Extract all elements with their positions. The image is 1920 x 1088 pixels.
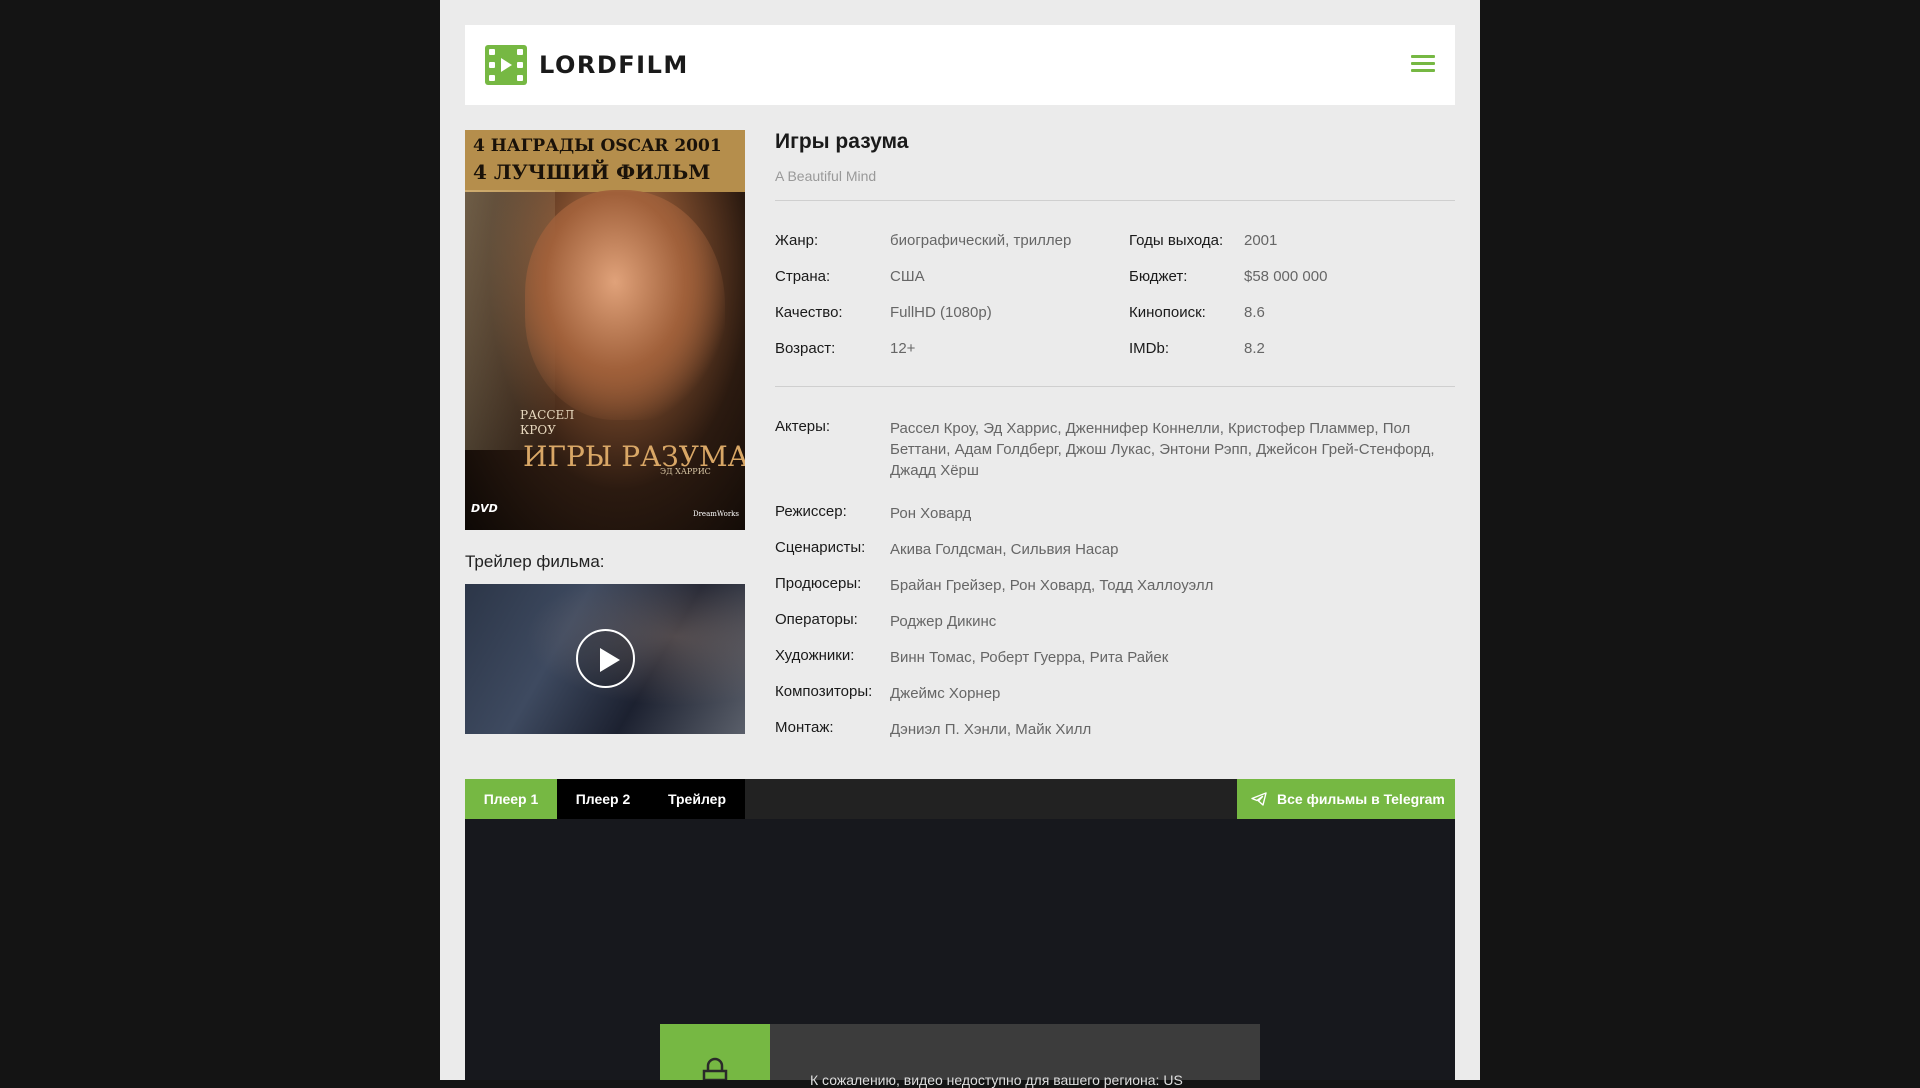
divider xyxy=(775,200,1455,201)
detail-label: Жанр: xyxy=(775,232,819,249)
crew-value[interactable]: Винн Томас, Роберт Гуерра, Рита Райек xyxy=(890,647,1450,668)
studio-logo: DreamWorks xyxy=(692,510,739,518)
region-notice: К сожалению, видео недоступно для вашего… xyxy=(660,1024,1260,1088)
trailer-thumbnail[interactable] xyxy=(465,584,745,734)
crew-label: Художники: xyxy=(775,647,855,664)
detail-value: $58 000 000 xyxy=(1244,268,1328,285)
crew-value[interactable]: Брайан Грейзер, Рон Ховард, Тодд Халлоуэ… xyxy=(890,575,1450,596)
region-notice-text: К сожалению, видео недоступно для вашего… xyxy=(810,1072,1183,1088)
crew-label: Сценаристы: xyxy=(775,539,866,556)
tab-trailer[interactable]: Трейлер xyxy=(649,779,745,819)
detail-value: FullHD (1080p) xyxy=(890,304,992,321)
poster-costar: ЭД ХАРРИС xyxy=(660,467,711,476)
poster-actor-name: РАССЕЛ КРОУ xyxy=(520,408,574,438)
film-logo-icon xyxy=(485,45,527,85)
telegram-plane-icon xyxy=(1251,792,1267,806)
movie-info: Игры разума A Beautiful Mind Жанр: биогра… xyxy=(775,130,1455,738)
crew-value[interactable]: Дэниэл П. Хэнли, Майк Хилл xyxy=(890,719,1450,740)
detail-label: Бюджет: xyxy=(1129,268,1188,285)
movie-title: Игры разума xyxy=(775,130,909,153)
detail-value: США xyxy=(890,268,925,285)
logo-text: LORDFILM xyxy=(539,51,689,79)
crew-value[interactable]: Рон Ховард xyxy=(890,503,1450,524)
poster-portrait xyxy=(525,190,725,420)
movie-poster: 4 НАГРАДЫ OSCAR 2001 4 ЛУЧШИЙ ФИЛЬМ РАСС… xyxy=(465,130,745,530)
crew-value[interactable]: Рассел Кроу, Эд Харрис, Дженнифер Коннел… xyxy=(890,418,1450,481)
lock-icon xyxy=(702,1057,728,1080)
crew-value[interactable]: Роджер Дикинс xyxy=(890,611,1450,632)
dvd-logo: DVD xyxy=(471,502,498,515)
crew-value[interactable]: Джеймс Хорнер xyxy=(890,683,1450,704)
detail-label: Годы выхода: xyxy=(1129,232,1224,249)
poster-actor-first: РАССЕЛ xyxy=(520,408,575,422)
player-tabs-bar: Плеер 1 Плеер 2 Трейлер Все фильмы в Tel… xyxy=(465,779,1455,819)
site-header: LORDFILM xyxy=(465,25,1455,105)
detail-value: биографический, триллер xyxy=(890,232,1072,249)
crew-label: Актеры: xyxy=(775,418,831,435)
crew-label: Режиссер: xyxy=(775,503,847,520)
crew-label: Монтаж: xyxy=(775,719,834,736)
crew-label: Продюсеры: xyxy=(775,575,862,592)
tab-player-1[interactable]: Плеер 1 xyxy=(465,779,557,819)
crew-label: Композиторы: xyxy=(775,683,873,700)
detail-label: Страна: xyxy=(775,268,831,285)
poster-best-film-text: 4 ЛУЧШИЙ ФИЛЬМ xyxy=(473,160,711,184)
detail-label: Качество: xyxy=(775,304,843,321)
site-logo[interactable]: LORDFILM xyxy=(485,45,689,85)
poster-title: ИГРЫ РАЗУМА xyxy=(523,440,745,473)
crew-value[interactable]: Акива Голдсман, Сильвия Насар xyxy=(890,539,1450,560)
hamburger-icon[interactable] xyxy=(1411,55,1435,75)
detail-value: 8.6 xyxy=(1244,304,1265,321)
poster-awards-text: 4 НАГРАДЫ OSCAR 2001 xyxy=(473,136,722,156)
poster-actor-last: КРОУ xyxy=(520,423,556,437)
original-title: A Beautiful Mind xyxy=(775,168,877,184)
page-container: LORDFILM 4 НАГРАДЫ OSCAR 2001 4 ЛУЧШИЙ Ф… xyxy=(440,0,1480,1088)
detail-value: 2001 xyxy=(1244,232,1278,249)
play-icon[interactable] xyxy=(576,629,635,688)
trailer-label: Трейлер фильма: xyxy=(465,552,605,571)
telegram-button[interactable]: Все фильмы в Telegram xyxy=(1237,779,1455,819)
detail-label: IMDb: xyxy=(1129,340,1170,357)
divider xyxy=(775,386,1455,387)
tab-player-2[interactable]: Плеер 2 xyxy=(557,779,649,819)
crew-label: Операторы: xyxy=(775,611,858,628)
detail-value: 12+ xyxy=(890,340,916,357)
detail-value: 8.2 xyxy=(1244,340,1265,357)
detail-label: Кинопоиск: xyxy=(1129,304,1206,321)
detail-label: Возраст: xyxy=(775,340,836,357)
video-player[interactable]: К сожалению, видео недоступно для вашего… xyxy=(465,819,1455,1088)
telegram-label: Все фильмы в Telegram xyxy=(1277,791,1445,807)
